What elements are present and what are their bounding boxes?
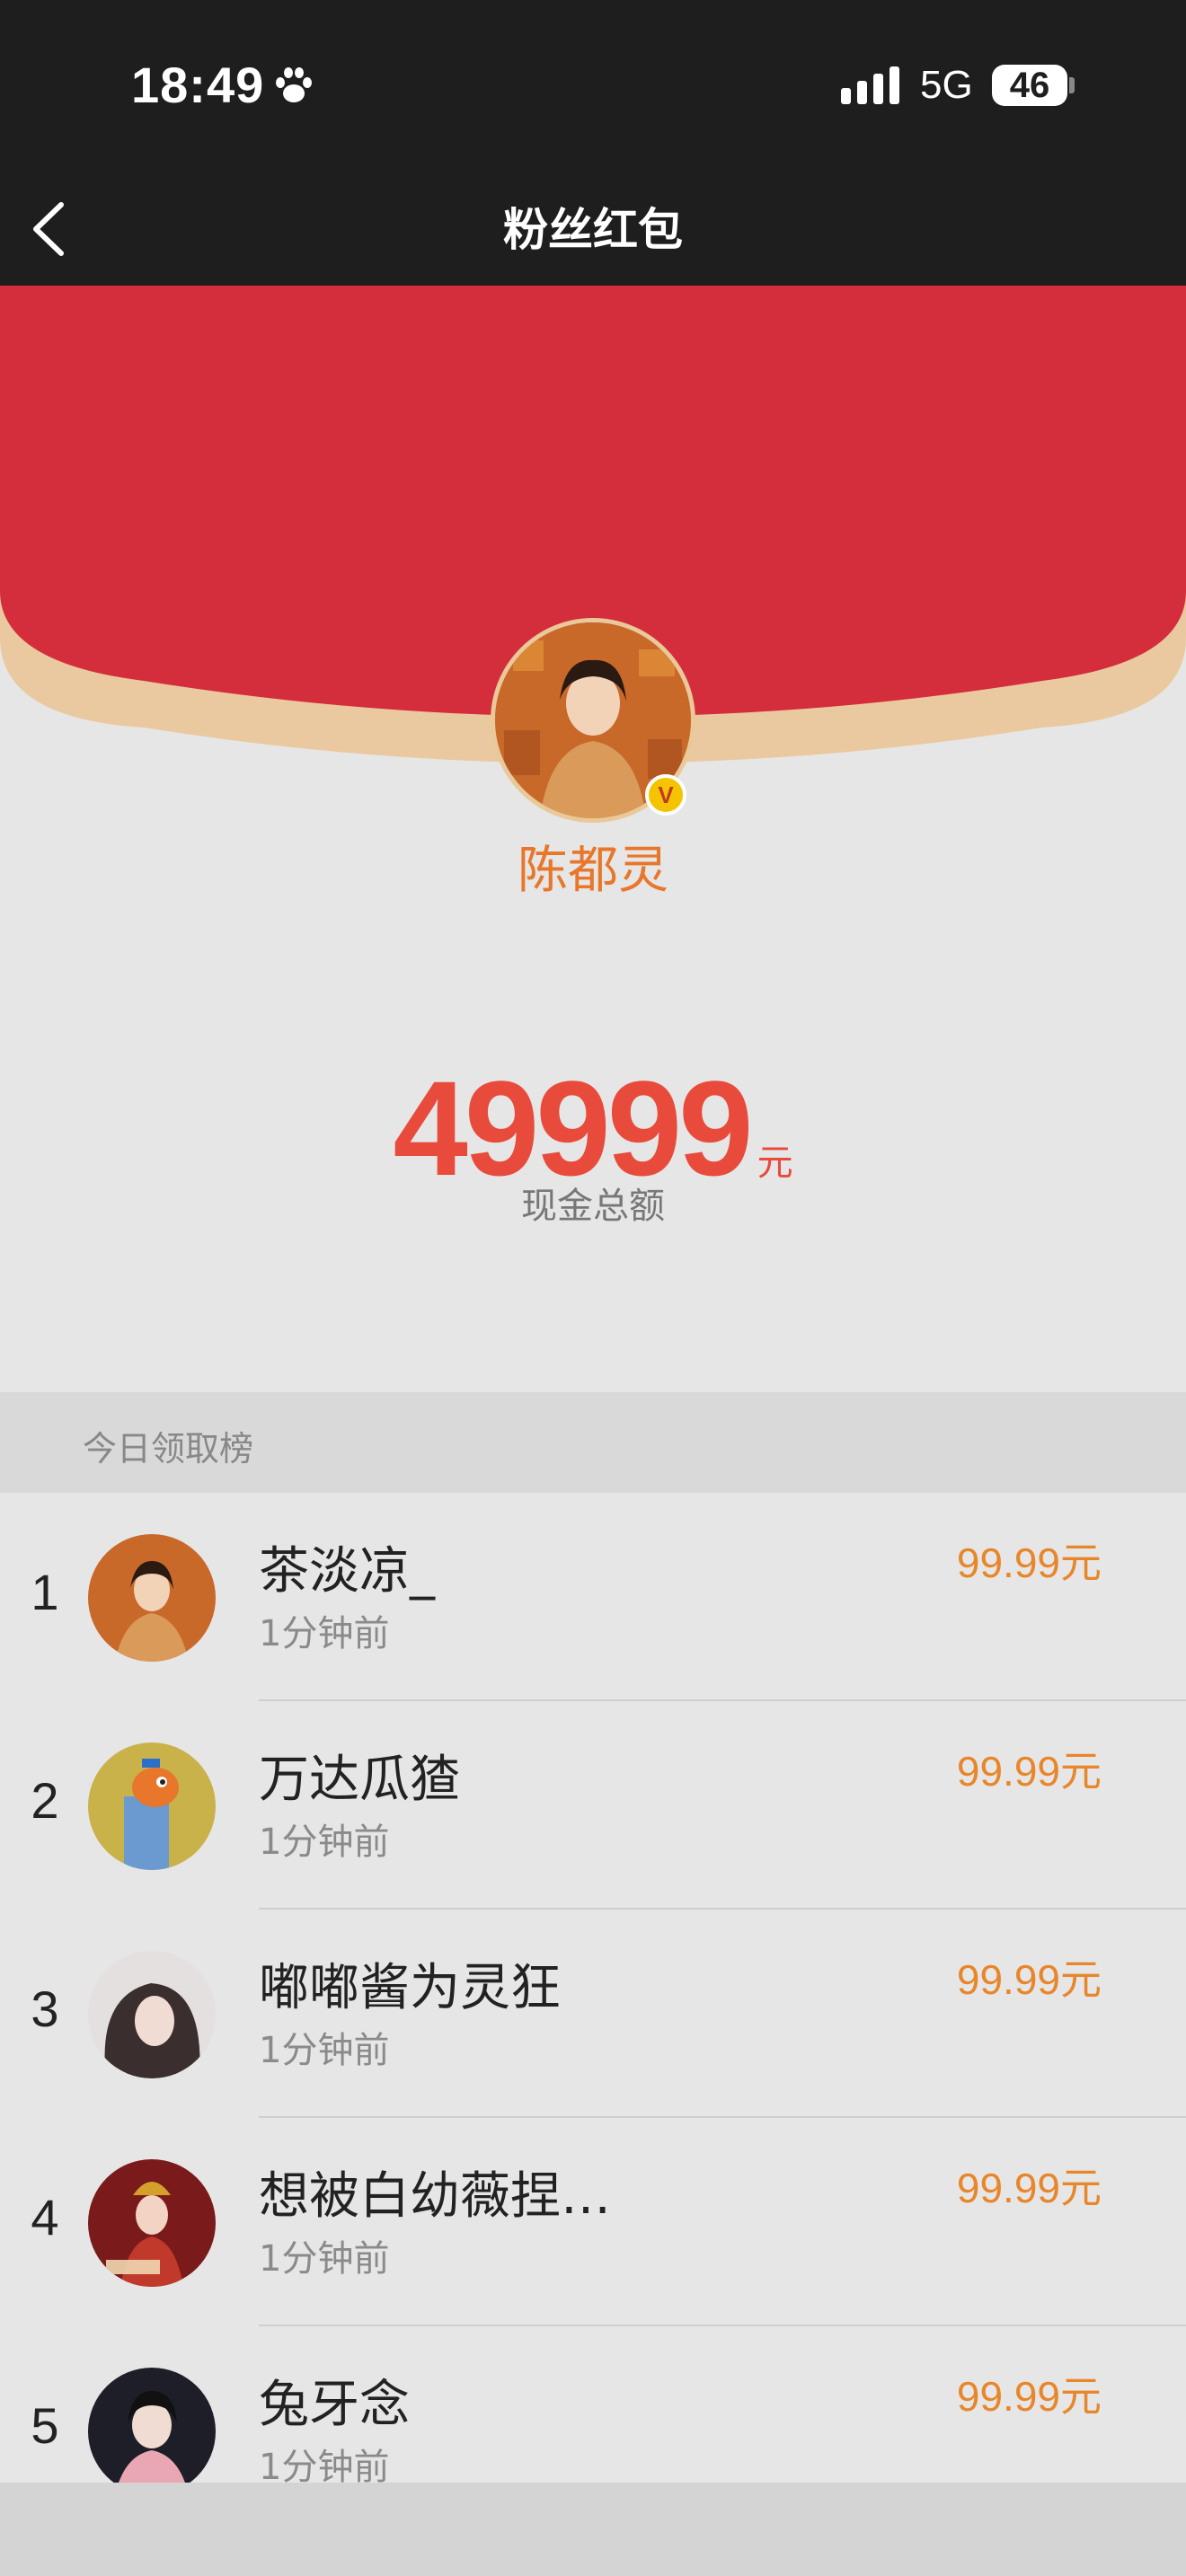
user-name[interactable]: 嘟嘟酱为灵狂 xyxy=(259,1947,561,2020)
rank-number: 3 xyxy=(31,1981,59,2037)
user-avatar[interactable] xyxy=(88,1742,216,1870)
ranking-list: 1 茶淡凉_ 1分钟前 99.99元 2 万达瓜猹 1分钟前 99.99元 3 … xyxy=(0,1493,1186,2535)
claim-time: 1分钟前 xyxy=(259,2238,390,2280)
battery-level: 46 xyxy=(1009,66,1050,105)
user-avatar[interactable] xyxy=(88,2159,216,2287)
page-title: 粉丝红包 xyxy=(503,204,683,256)
status-bar: 18:49 5G 46 xyxy=(0,0,1186,171)
claim-amount: 99.99元 xyxy=(956,2165,1102,2211)
status-time: 18:49 xyxy=(131,57,265,113)
claim-amount: 99.99元 xyxy=(956,1956,1102,2003)
host-name[interactable]: 陈都灵 xyxy=(0,830,1186,903)
user-name[interactable]: 万达瓜猹 xyxy=(259,1739,460,1812)
user-name[interactable]: 想被白幼薇捏… xyxy=(259,2156,611,2228)
ranking-row[interactable]: 1 茶淡凉_ 1分钟前 99.99元 xyxy=(0,1493,1186,1701)
user-avatar[interactable] xyxy=(88,2368,216,2495)
ranking-row[interactable]: 3 嘟嘟酱为灵狂 1分钟前 99.99元 xyxy=(0,1910,1186,2118)
ranking-row[interactable]: 2 万达瓜猹 1分钟前 99.99元 xyxy=(0,1701,1186,1910)
user-name[interactable]: 茶淡凉_ xyxy=(259,1531,435,1603)
rank-number: 5 xyxy=(31,2397,59,2454)
claim-amount: 99.99元 xyxy=(956,2373,1102,2420)
rank-number: 4 xyxy=(31,2189,59,2245)
network-label: 5G xyxy=(920,63,973,107)
claim-amount: 99.99元 xyxy=(956,1748,1102,1795)
verified-badge-icon: V xyxy=(645,774,686,816)
battery-tip xyxy=(1069,77,1075,93)
ranking-row[interactable]: 4 想被白幼薇捏… 1分钟前 99.99元 xyxy=(0,2118,1186,2326)
bottom-bar xyxy=(0,2483,1186,2576)
nav-bar: 粉丝红包 xyxy=(0,171,1186,286)
claim-time: 1分钟前 xyxy=(259,2030,390,2071)
user-avatar[interactable] xyxy=(88,1534,216,1662)
amount-label: 现金总额 xyxy=(521,1186,665,1227)
claim-amount: 99.99元 xyxy=(956,1539,1102,1586)
claim-time: 1分钟前 xyxy=(259,1822,390,1863)
rank-number: 2 xyxy=(31,1772,59,1829)
ranking-header-label: 今日领取榜 xyxy=(83,1429,254,1469)
ranking-header: 今日领取榜 xyxy=(0,1392,1186,1493)
paw-icon xyxy=(276,67,312,102)
user-name[interactable]: 兔牙念 xyxy=(259,2364,410,2437)
user-avatar[interactable] xyxy=(88,1951,216,2078)
signal-icon xyxy=(841,66,899,104)
rank-number: 1 xyxy=(31,1564,59,1620)
claim-time: 1分钟前 xyxy=(259,1613,390,1654)
